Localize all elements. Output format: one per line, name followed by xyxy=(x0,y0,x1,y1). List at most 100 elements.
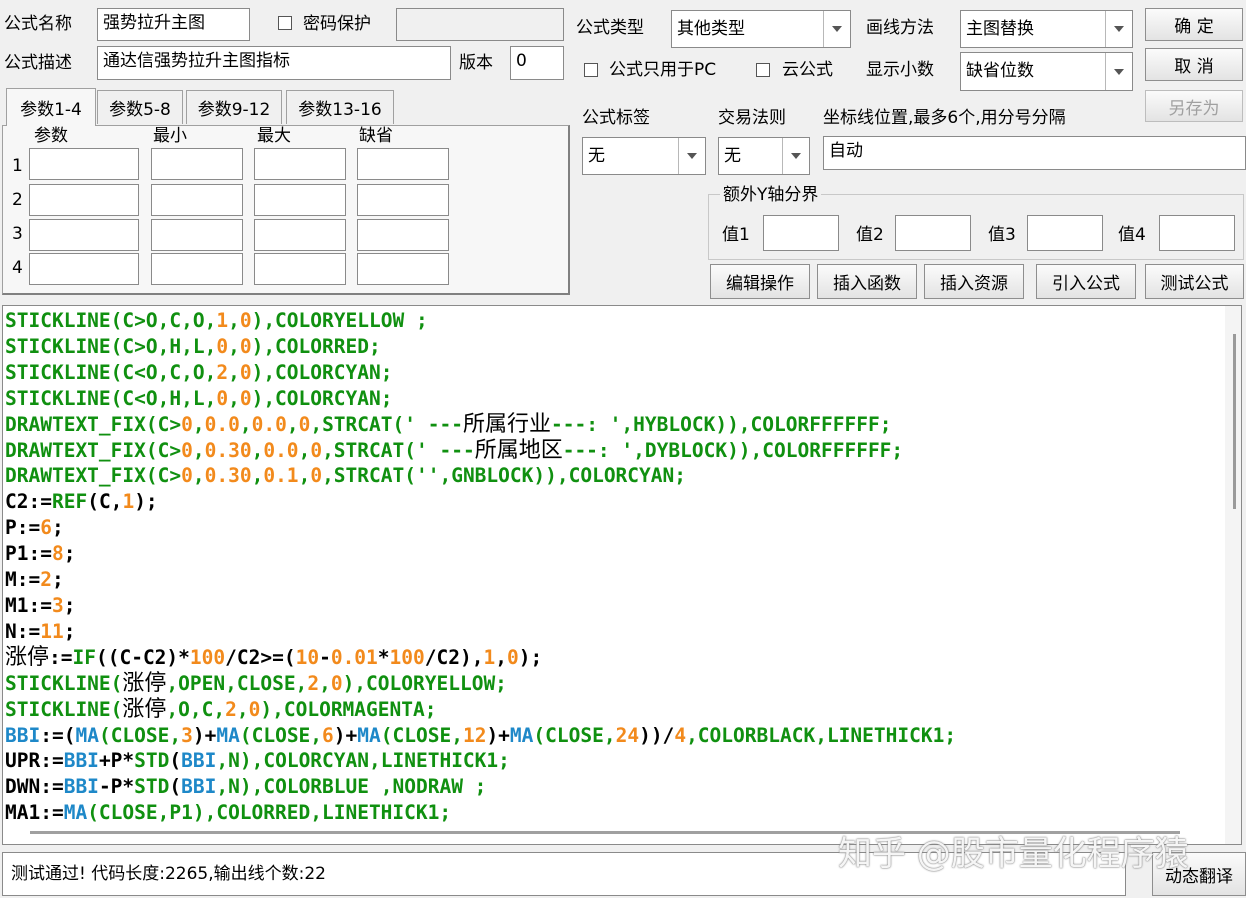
code-line[interactable]: M1:=3; xyxy=(5,593,956,619)
tab-params-9-12[interactable]: 参数9-12 xyxy=(186,90,282,124)
param-max-input[interactable] xyxy=(254,184,346,216)
param-min-input[interactable] xyxy=(151,253,243,285)
y-value-1-label: 值1 xyxy=(722,225,750,245)
code-editor[interactable]: STICKLINE(C>O,C,O,1,0),COLORYELLOW ; STIC… xyxy=(2,305,1242,845)
decimals-value: 缺省位数 xyxy=(966,61,1034,81)
insert-function-button[interactable]: 插入函数 xyxy=(817,264,917,299)
trade-rule-value: 无 xyxy=(724,146,741,166)
y-value-3-input[interactable] xyxy=(1027,215,1103,251)
vertical-scrollbar[interactable] xyxy=(1225,306,1241,844)
edit-operations-button[interactable]: 编辑操作 xyxy=(710,264,810,299)
test-formula-button[interactable]: 测试公式 xyxy=(1145,264,1244,299)
code-line[interactable]: UPR:=BBI+P*STD(BBI,N),COLORCYAN,LINETHIC… xyxy=(5,748,956,774)
param-name-input[interactable] xyxy=(29,219,139,251)
formula-tag-label: 公式标签 xyxy=(582,108,650,128)
decimals-select[interactable]: 缺省位数 xyxy=(960,52,1133,91)
formula-desc-label: 公式描述 xyxy=(4,53,72,73)
tab-params-1-4[interactable]: 参数1-4 xyxy=(6,88,96,126)
draw-method-value: 主图替换 xyxy=(966,19,1034,39)
tab-params-5-8[interactable]: 参数5-8 xyxy=(97,90,183,124)
cloud-label: 云公式 xyxy=(782,60,833,80)
password-checkbox[interactable] xyxy=(278,16,292,30)
chevron-down-icon[interactable] xyxy=(1105,53,1132,90)
formula-type-select[interactable]: 其他类型 xyxy=(671,10,851,48)
ok-button[interactable]: 确 定 xyxy=(1145,8,1243,41)
code-line[interactable]: P1:=8; xyxy=(5,541,956,567)
param-row-number: 2 xyxy=(12,190,23,210)
pc-only-label: 公式只用于PC xyxy=(609,60,717,80)
formula-tag-select[interactable]: 无 xyxy=(582,137,706,175)
code-line[interactable]: N:=11; xyxy=(5,619,956,645)
watermark: 知乎 @股市量化程序猿 xyxy=(838,834,1189,874)
code-line[interactable]: MA1:=MA(CLOSE,P1),COLORRED,LINETHICK1; xyxy=(5,800,956,826)
code-line[interactable]: 涨停:=IF((C-C2)*100/C2>=(10-0.01*100/C2),1… xyxy=(5,645,956,671)
formula-desc-input[interactable]: 通达信强势拉升主图指标 xyxy=(97,46,451,80)
coord-line-input[interactable]: 自动 xyxy=(823,136,1246,170)
chevron-down-icon[interactable] xyxy=(782,138,809,174)
tab-params-13-16[interactable]: 参数13-16 xyxy=(286,90,394,124)
chevron-down-icon[interactable] xyxy=(823,11,850,47)
param-row-number: 4 xyxy=(12,258,23,278)
code-line[interactable]: BBI:=(MA(CLOSE,3)+MA(CLOSE,6)+MA(CLOSE,1… xyxy=(5,723,956,749)
pc-only-checkbox[interactable] xyxy=(584,63,598,77)
version-input[interactable]: 0 xyxy=(510,46,564,80)
y-value-4-input[interactable] xyxy=(1159,215,1235,251)
param-header-min: 最小 xyxy=(153,126,187,146)
code-line[interactable]: DRAWTEXT_FIX(C>0,0.30,0.0,0,STRCAT(' ---… xyxy=(5,438,956,464)
code-line[interactable]: DWN:=BBI-P*STD(BBI,N),COLORBLUE ,NODRAW … xyxy=(5,774,956,800)
coord-line-label: 坐标线位置,最多6个,用分号分隔 xyxy=(823,108,1066,128)
param-default-input[interactable] xyxy=(357,184,449,216)
code-line[interactable]: M:=2; xyxy=(5,567,956,593)
formula-name-input[interactable]: 强势拉升主图 xyxy=(97,8,250,41)
scrollbar-thumb[interactable] xyxy=(1233,334,1236,509)
param-max-input[interactable] xyxy=(254,148,346,180)
param-max-input[interactable] xyxy=(254,219,346,251)
param-header-max: 最大 xyxy=(257,126,291,146)
y-value-1-input[interactable] xyxy=(763,215,839,251)
import-formula-button[interactable]: 引入公式 xyxy=(1036,264,1136,299)
param-min-input[interactable] xyxy=(151,219,243,251)
param-name-input[interactable] xyxy=(29,253,139,285)
param-min-input[interactable] xyxy=(151,148,243,180)
cloud-checkbox[interactable] xyxy=(756,63,770,77)
code-line[interactable]: STICKLINE(C<O,C,O,2,0),COLORCYAN; xyxy=(5,360,956,386)
chevron-down-icon[interactable] xyxy=(678,138,705,174)
formula-name-label: 公式名称 xyxy=(4,14,72,34)
param-header-name: 参数 xyxy=(34,126,68,146)
y-value-3-label: 值3 xyxy=(988,225,1016,245)
draw-method-select[interactable]: 主图替换 xyxy=(960,10,1133,48)
draw-method-label: 画线方法 xyxy=(866,18,934,38)
trade-rule-select[interactable]: 无 xyxy=(718,137,810,175)
code-line[interactable]: DRAWTEXT_FIX(C>0,0.30,0.1,0,STRCAT('',GN… xyxy=(5,463,956,489)
code-line[interactable]: P:=6; xyxy=(5,515,956,541)
code-line[interactable]: STICKLINE(C<O,H,L,0,0),COLORCYAN; xyxy=(5,386,956,412)
param-max-input[interactable] xyxy=(254,253,346,285)
param-default-input[interactable] xyxy=(357,253,449,285)
formula-tag-value: 无 xyxy=(588,146,605,166)
decimals-label: 显示小数 xyxy=(866,60,934,80)
code-text[interactable]: STICKLINE(C>O,C,O,1,0),COLORYELLOW ; STIC… xyxy=(5,308,956,826)
formula-type-value: 其他类型 xyxy=(677,19,745,39)
param-min-input[interactable] xyxy=(151,184,243,216)
param-row-number: 3 xyxy=(12,224,23,244)
y-value-2-label: 值2 xyxy=(856,225,884,245)
password-label: 密码保护 xyxy=(303,14,371,34)
insert-resource-button[interactable]: 插入资源 xyxy=(924,264,1024,299)
param-default-input[interactable] xyxy=(357,219,449,251)
code-line[interactable]: STICKLINE(C>O,H,L,0,0),COLORRED; xyxy=(5,334,956,360)
param-name-input[interactable] xyxy=(29,148,139,180)
code-line[interactable]: STICKLINE(涨停,OPEN,CLOSE,2,0),COLORYELLOW… xyxy=(5,671,956,697)
y-value-2-input[interactable] xyxy=(895,215,971,251)
chevron-down-icon[interactable] xyxy=(1105,11,1132,47)
y-axis-label: 额外Y轴分界 xyxy=(720,183,822,207)
code-line[interactable]: STICKLINE(C>O,C,O,1,0),COLORYELLOW ; xyxy=(5,308,956,334)
code-line[interactable]: STICKLINE(涨停,O,C,2,0),COLORMAGENTA; xyxy=(5,697,956,723)
formula-type-label: 公式类型 xyxy=(576,18,644,38)
cancel-button[interactable]: 取 消 xyxy=(1145,48,1243,81)
param-default-input[interactable] xyxy=(357,148,449,180)
trade-rule-label: 交易法则 xyxy=(718,108,786,128)
code-line[interactable]: C2:=REF(C,1); xyxy=(5,489,956,515)
param-name-input[interactable] xyxy=(29,184,139,216)
save-as-button[interactable]: 另存为 xyxy=(1145,90,1243,122)
code-line[interactable]: DRAWTEXT_FIX(C>0,0.0,0.0,0,STRCAT(' ---所… xyxy=(5,412,956,438)
